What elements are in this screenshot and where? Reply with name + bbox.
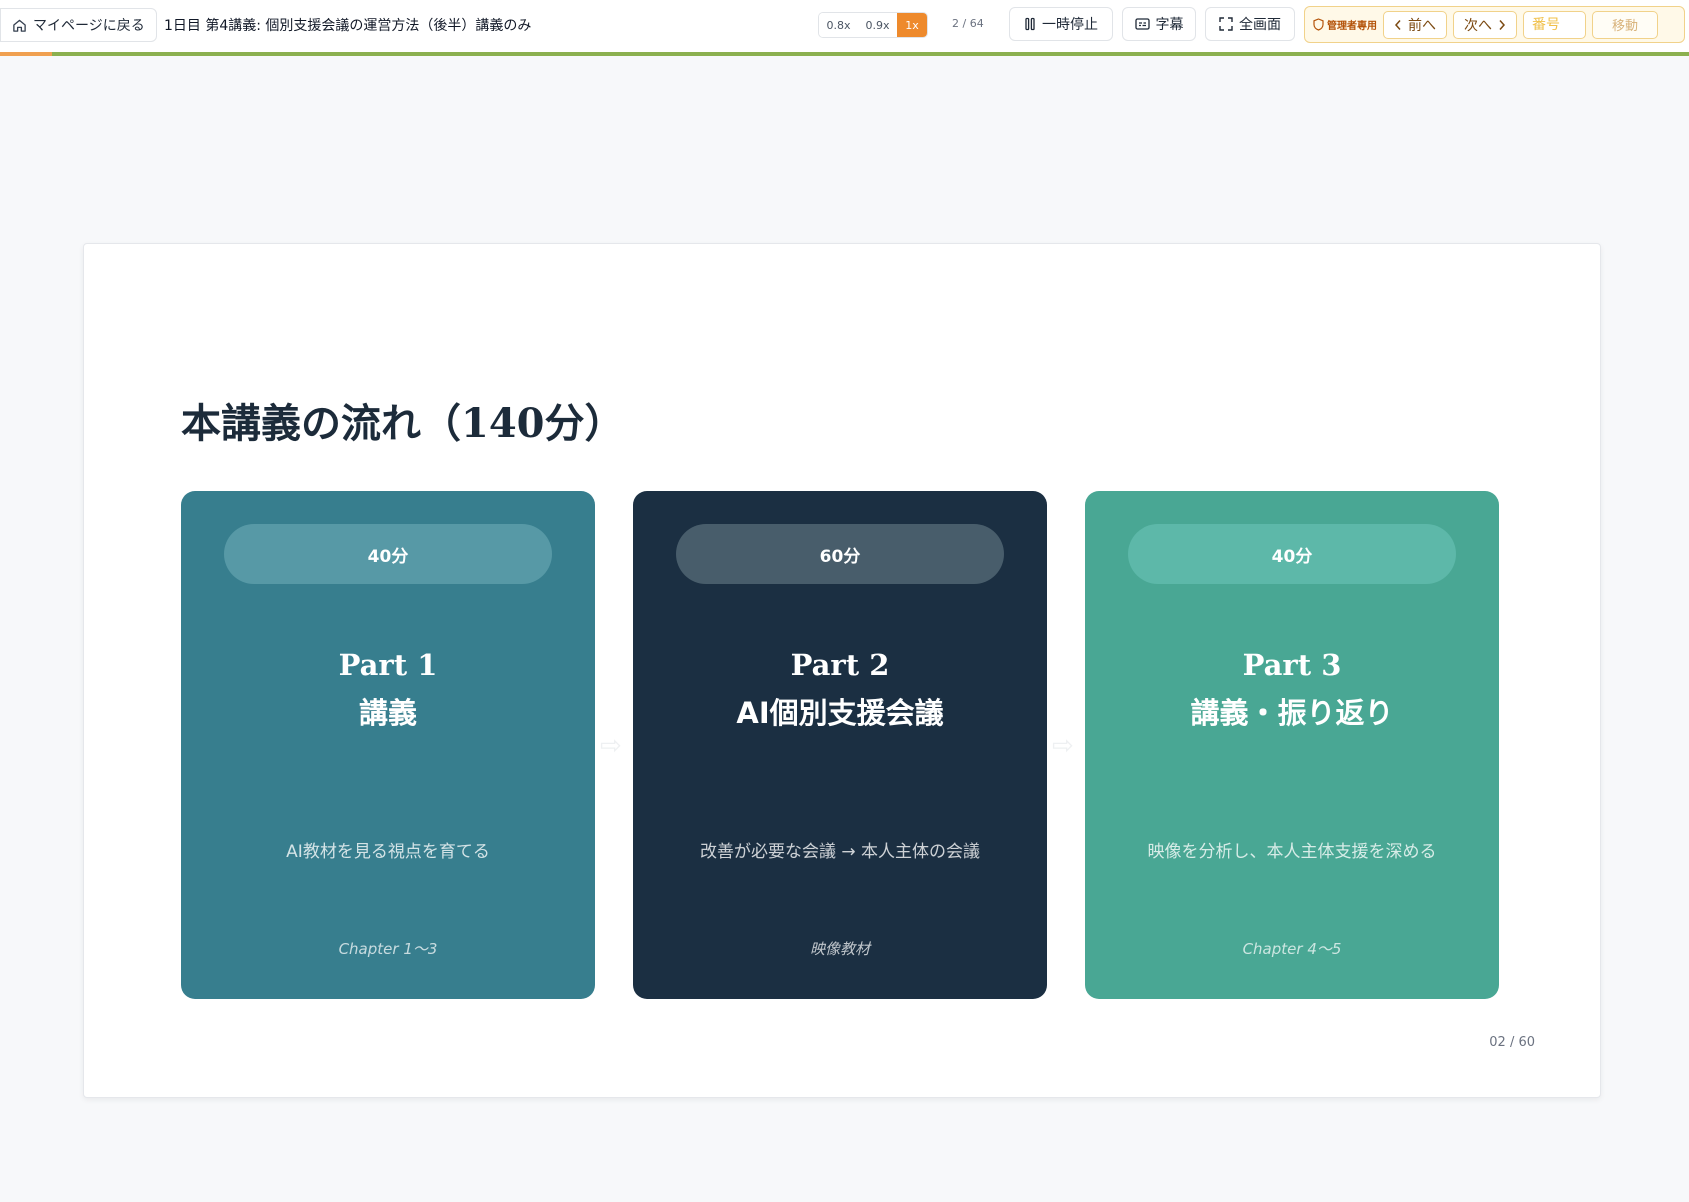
speed-option-0-9x[interactable]: 0.9x — [858, 13, 897, 37]
part-chapter: 映像教材 — [809, 940, 870, 958]
part-chapter: Chapter 1〜3 — [338, 940, 438, 958]
pause-button[interactable]: 一時停止 — [1009, 7, 1113, 41]
playback-speed-selector: 0.8x 0.9x 1x — [818, 12, 928, 38]
part-label: Part 1 — [338, 648, 438, 682]
part-description: 映像を分析し、本人主体支援を深める — [1147, 842, 1437, 862]
playback-progress-bar[interactable] — [0, 52, 1689, 56]
page-counter: 2 / 64 — [952, 17, 984, 30]
part-description: AI教材を見る視点を育てる — [286, 842, 490, 862]
part-chapter: Chapter 4〜5 — [1242, 940, 1342, 958]
shield-icon — [1313, 18, 1324, 31]
move-button[interactable]: 移動 — [1592, 10, 1658, 39]
caption-button[interactable]: 字幕 — [1122, 7, 1196, 41]
next-slide-label: 次へ — [1464, 17, 1492, 34]
part-name: 講義 — [358, 696, 417, 730]
duration-pill: 40分 — [224, 524, 552, 584]
duration-pill: 60分 — [676, 524, 1004, 584]
prev-slide-label: 前へ — [1408, 17, 1436, 34]
admin-controls: 管理者専用 前へ 次へ 移動 — [1304, 6, 1685, 43]
pause-button-label: 一時停止 — [1042, 17, 1098, 33]
part-label: Part 2 — [790, 648, 890, 682]
speed-option-0-8x[interactable]: 0.8x — [819, 13, 858, 37]
part-card-1: 40分 Part 1 講義 AI教材を見る視点を育てる Chapter 1〜3 — [181, 491, 595, 999]
flow-arrow-icon: ⇨ — [600, 731, 622, 761]
part-description: 改善が必要な会議 → 本人主体の会議 — [699, 842, 981, 862]
part-card-2: 60分 Part 2 AI個別支援会議 改善が必要な会議 → 本人主体の会議 映… — [633, 491, 1047, 999]
part-name: AI個別支援会議 — [736, 696, 944, 730]
admin-only-label: 管理者専用 — [1313, 17, 1377, 32]
caption-icon — [1134, 18, 1150, 30]
admin-only-text: 管理者専用 — [1327, 21, 1377, 32]
back-button-label: マイページに戻る — [33, 18, 145, 34]
next-slide-button[interactable]: 次へ — [1453, 10, 1517, 39]
flow-arrow-icon: ⇨ — [1052, 731, 1074, 761]
pause-icon — [1024, 17, 1036, 31]
prev-slide-button[interactable]: 前へ — [1383, 10, 1447, 39]
course-title: 1日目 第4講義: 個別支援会議の運営方法（後半）講義のみ — [164, 18, 532, 34]
slide-number: 02 / 60 — [1489, 1035, 1535, 1050]
slide-canvas: 本講義の流れ（140分） 40分 Part 1 講義 AI教材を見る視点を育てる… — [83, 243, 1601, 1098]
part-name: 講義・振り返り — [1190, 696, 1394, 730]
duration-pill: 40分 — [1128, 524, 1456, 584]
slide-title: 本講義の流れ（140分） — [181, 400, 625, 447]
fullscreen-button-label: 全画面 — [1239, 17, 1281, 33]
home-icon — [12, 18, 27, 33]
playback-progress-fill — [0, 52, 53, 56]
caption-button-label: 字幕 — [1155, 17, 1184, 33]
slide-number-input[interactable] — [1523, 10, 1586, 39]
chevron-left-icon — [1394, 19, 1402, 31]
fullscreen-icon — [1219, 17, 1233, 31]
part-label: Part 3 — [1242, 648, 1342, 682]
part-card-3: 40分 Part 3 講義・振り返り 映像を分析し、本人主体支援を深める Cha… — [1085, 491, 1499, 999]
fullscreen-button[interactable]: 全画面 — [1205, 7, 1295, 41]
player-toolbar: マイページに戻る 1日目 第4講義: 個別支援会議の運営方法（後半）講義のみ 0… — [0, 0, 1689, 52]
speed-option-1x[interactable]: 1x — [897, 13, 927, 37]
chevron-right-icon — [1498, 19, 1506, 31]
back-to-mypage-button[interactable]: マイページに戻る — [0, 8, 157, 42]
